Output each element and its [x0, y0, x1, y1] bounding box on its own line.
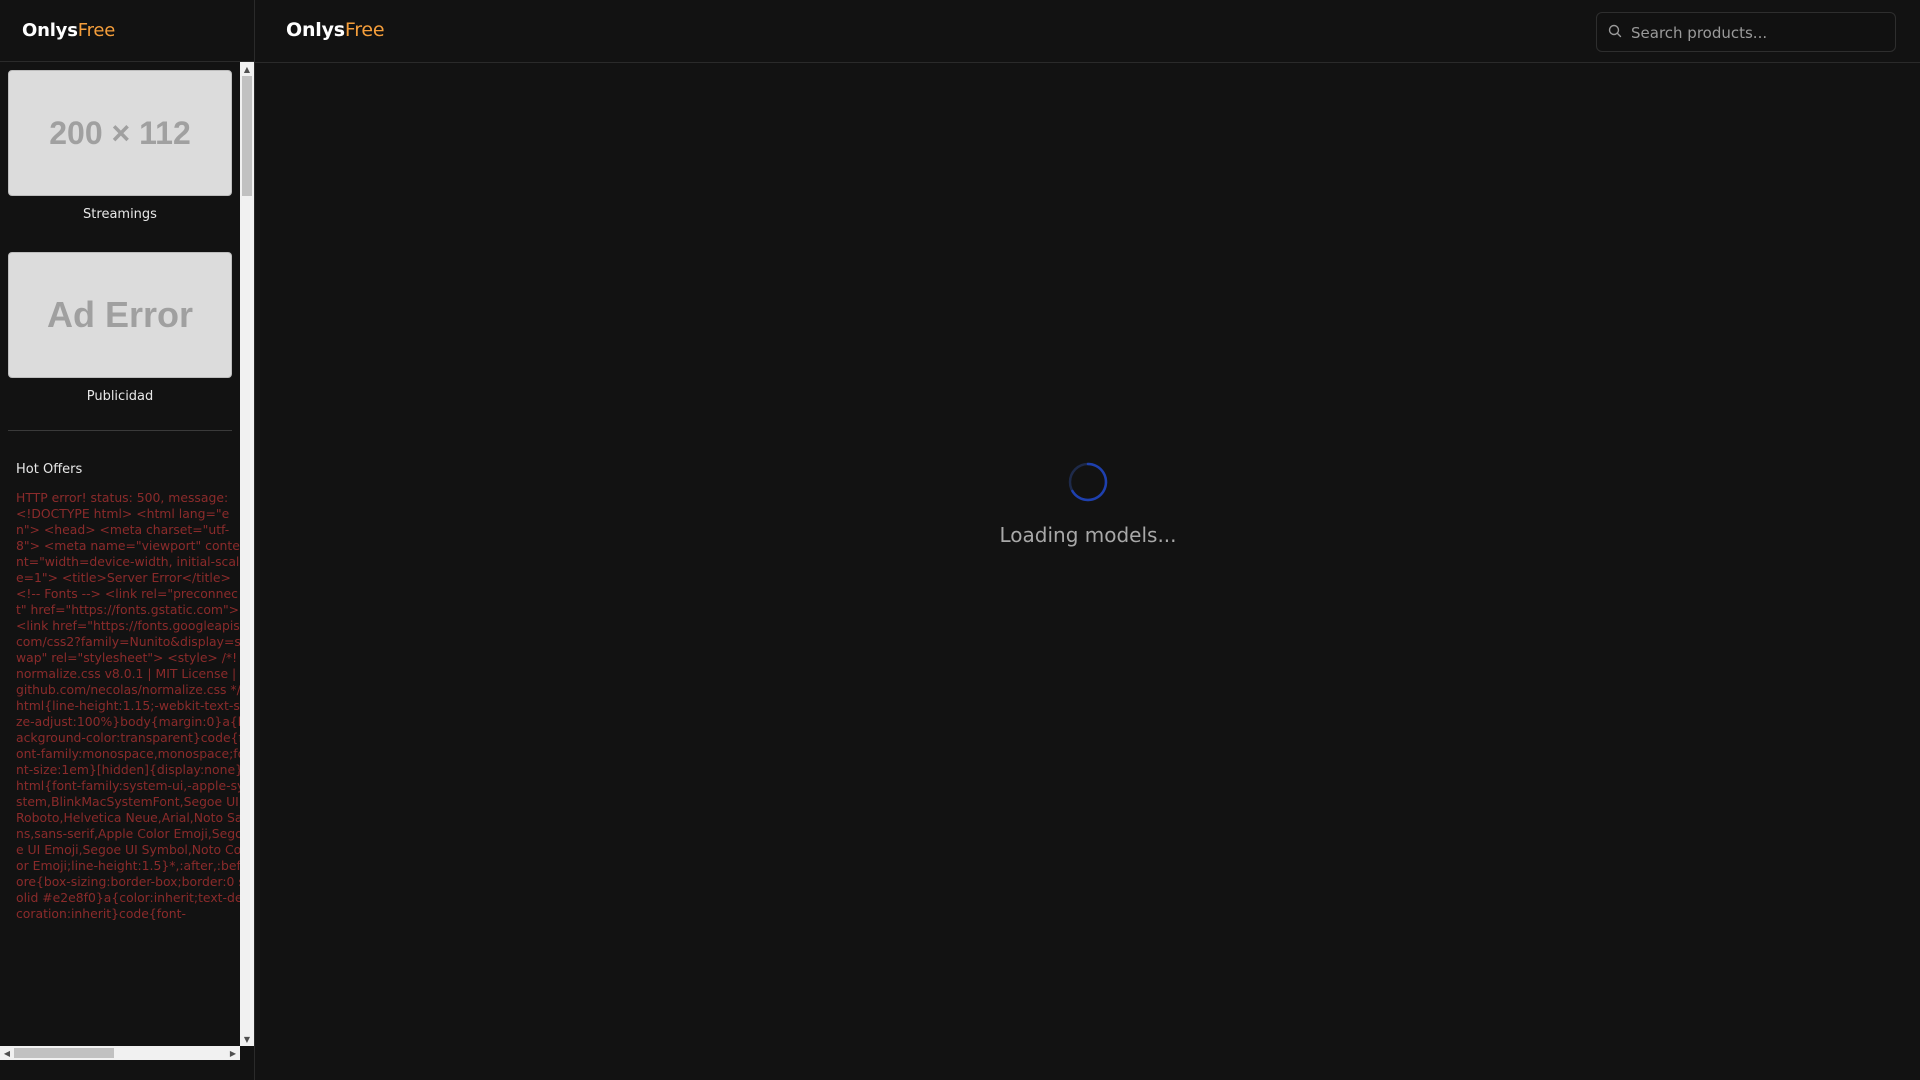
- vertical-scrollbar[interactable]: ▲ ▼: [240, 62, 254, 1046]
- logo-part-1: Onlys: [286, 19, 345, 41]
- logo-part-2: Free: [77, 20, 116, 41]
- sidebar: OnlysFree 200 × 112 Streamings Ad Error …: [0, 0, 255, 1080]
- ad-placeholder-text: 200 × 112: [49, 114, 191, 151]
- scroll-up-arrow-icon[interactable]: ▲: [240, 62, 254, 76]
- scroll-down-arrow-icon[interactable]: ▼: [240, 1032, 254, 1046]
- sidebar-scroll-area[interactable]: 200 × 112 Streamings Ad Error Publicidad…: [0, 62, 254, 1062]
- sidebar-content: 200 × 112 Streamings Ad Error Publicidad…: [0, 62, 240, 1046]
- hot-offers-error-message: HTTP error! status: 500, message: <!DOCT…: [16, 490, 240, 921]
- horizontal-scroll-thumb[interactable]: [14, 1048, 114, 1058]
- sidebar-divider: [8, 430, 232, 431]
- loading-text: Loading models...: [999, 523, 1177, 547]
- ad-caption-publicidad[interactable]: Publicidad: [8, 389, 232, 404]
- header-logo[interactable]: OnlysFree: [286, 19, 385, 41]
- vertical-scroll-thumb[interactable]: [242, 76, 252, 196]
- ad-error-text: Ad Error: [46, 294, 194, 335]
- search-input[interactable]: [1629, 13, 1893, 53]
- logo-part-1: Onlys: [22, 20, 78, 41]
- loading-spinner-icon: [1068, 462, 1108, 502]
- ad-caption-streamings[interactable]: Streamings: [8, 207, 232, 222]
- hot-offers-title: Hot Offers: [16, 462, 83, 477]
- logo-part-2: Free: [344, 19, 385, 41]
- scroll-left-arrow-icon[interactable]: ◀: [0, 1046, 14, 1060]
- ad-banner-streamings[interactable]: 200 × 112: [8, 70, 232, 196]
- search-icon: [1608, 24, 1622, 38]
- horizontal-scrollbar[interactable]: ◀ ▶: [0, 1046, 240, 1060]
- top-bar: OnlysFree: [255, 0, 1920, 63]
- ad-banner-publicidad[interactable]: Ad Error: [8, 252, 232, 378]
- sidebar-header: OnlysFree: [0, 0, 254, 62]
- sidebar-logo[interactable]: OnlysFree: [22, 20, 115, 41]
- search-box[interactable]: [1596, 12, 1896, 53]
- scroll-right-arrow-icon[interactable]: ▶: [226, 1046, 240, 1060]
